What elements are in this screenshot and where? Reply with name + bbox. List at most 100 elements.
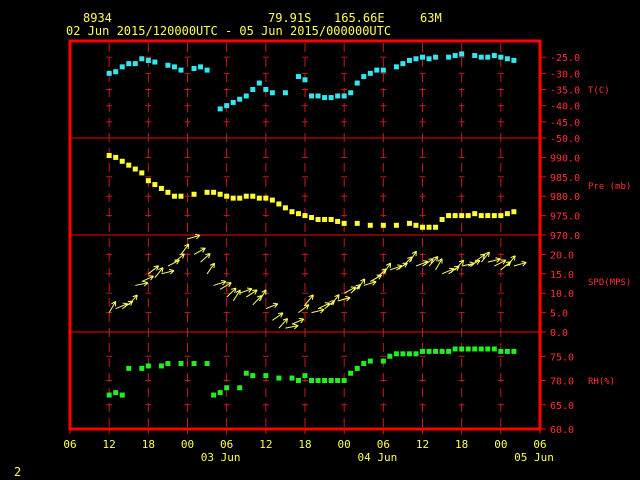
relative_humidity-point: [302, 373, 308, 379]
y-tick-label: 985.0: [550, 173, 580, 184]
pressure-point: [217, 191, 223, 197]
pressure-point: [106, 152, 112, 158]
wind-arrow: [193, 247, 206, 255]
y-tick-label: 15.0: [550, 270, 574, 281]
relative_humidity-point: [315, 378, 321, 383]
wind-arrow: [304, 294, 314, 306]
temperature-point: [452, 53, 458, 59]
temperature-point: [393, 64, 399, 70]
temperature-point: [132, 61, 138, 67]
pressure-point: [269, 197, 275, 203]
relative_humidity-point: [328, 378, 334, 383]
pressure-point: [511, 209, 517, 215]
pressure-point: [139, 170, 145, 176]
pressure-point: [393, 222, 399, 228]
pressure-point: [491, 213, 497, 219]
pressure-point: [367, 222, 373, 228]
relative_humidity-point: [452, 346, 458, 352]
relative_humidity-point: [145, 363, 151, 369]
temperature-point: [256, 80, 262, 86]
relative_humidity-point: [459, 346, 465, 352]
relative_humidity-point: [348, 370, 354, 376]
x-tick-label: 12: [103, 438, 116, 451]
y-tick-label: 70.0: [550, 377, 574, 388]
wind-arrow: [226, 287, 237, 298]
relative_humidity-point: [191, 361, 197, 367]
pressure-point: [165, 189, 171, 195]
relative_humidity-point: [204, 361, 210, 367]
pressure-point: [211, 189, 217, 195]
plot-area: 06 12 18 00 06 12 18 00 06 12 18 00 0603 Jun 04 Jun 05…: [63, 39, 631, 464]
wind-arrow: [298, 304, 310, 313]
wind-arrow: [285, 323, 299, 330]
x-tick-label: 06: [63, 438, 76, 451]
relative_humidity-point: [393, 351, 399, 357]
x-tick-label: 12: [259, 438, 272, 451]
temperature-point: [282, 90, 288, 96]
pressure-point: [380, 222, 386, 228]
y-tick-label: -25.0: [550, 53, 580, 64]
wind-arrow: [272, 312, 284, 321]
relative_humidity-point: [361, 361, 367, 367]
pressure-point: [250, 193, 256, 199]
relative_humidity-point: [113, 390, 119, 396]
y-tick-label: 60.0: [550, 425, 574, 436]
pressure-point: [315, 216, 321, 222]
pressure-point: [178, 193, 184, 199]
aws-meteogram: 8934 79.91S 165.66E 63M 02 Jun 2015/1200…: [14, 11, 631, 479]
pressure-point: [113, 154, 119, 160]
y-tick-label: -45.0: [550, 118, 580, 129]
relative_humidity-point: [263, 373, 269, 379]
temperature-point: [406, 57, 412, 63]
y-tick-label: 20.0: [550, 250, 574, 261]
temperature-point: [335, 93, 341, 99]
wind-arrow: [180, 243, 190, 255]
temperature-point: [165, 62, 171, 68]
relative_humidity-point: [485, 346, 491, 352]
pressure-point: [335, 218, 341, 224]
temperature-point: [472, 53, 478, 59]
station-id: 8934: [83, 11, 112, 25]
pressure-point: [498, 213, 504, 219]
pressure-point: [243, 193, 249, 199]
temperature-point: [145, 57, 151, 63]
y-tick-label: 975.0: [550, 212, 580, 223]
wind-arrow: [402, 256, 413, 267]
x-tick-label: 00: [494, 438, 507, 451]
pressure-point: [446, 213, 452, 219]
relative_humidity-point: [433, 348, 439, 354]
temperature-point: [191, 65, 197, 71]
relative_humidity-point: [426, 348, 432, 354]
temperature-point: [302, 77, 308, 83]
wind-arrow: [213, 280, 227, 286]
y-tick-label: -35.0: [550, 86, 580, 97]
pressure-point: [459, 213, 465, 219]
temperature-point: [498, 54, 504, 60]
x-tick-label: 18: [142, 438, 155, 451]
temperature-point: [269, 90, 275, 96]
x-tick-label: 00: [181, 438, 194, 451]
wind-arrow: [245, 289, 258, 298]
wind-arrow: [506, 255, 516, 267]
y-tick-label: -30.0: [550, 69, 580, 80]
wind-arrow: [200, 252, 211, 263]
pressure-point: [126, 162, 132, 168]
panel-label-temperature: T(C): [588, 86, 610, 96]
wind-arrow: [265, 302, 279, 310]
pressure-point: [322, 216, 328, 222]
pressure-point: [171, 193, 177, 199]
pressure-point: [289, 209, 295, 215]
temperature-point: [263, 87, 269, 92]
relative_humidity-point: [165, 361, 171, 367]
relative_humidity-point: [354, 365, 360, 371]
pressure-point: [295, 211, 301, 217]
temperature-point: [400, 61, 406, 67]
relative_humidity-point: [119, 392, 125, 398]
relative_humidity-point: [465, 346, 471, 352]
wind-arrow: [513, 260, 527, 267]
station-longitude: 165.66E: [334, 11, 385, 25]
wind-arrow: [467, 259, 481, 267]
station-latitude: 79.91S: [268, 11, 311, 25]
temperature-point: [113, 69, 119, 75]
wind-arrow: [278, 317, 289, 329]
